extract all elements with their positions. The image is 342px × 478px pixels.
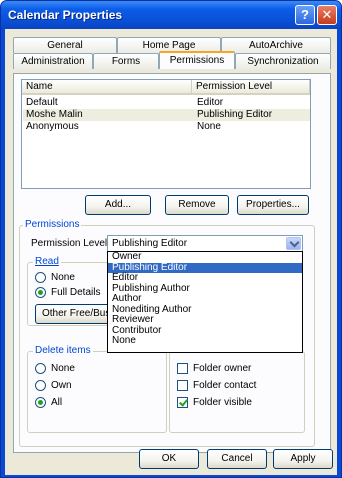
permission-level-label: Permission Level:	[31, 238, 110, 249]
help-icon[interactable]: ?	[295, 5, 315, 25]
dropdown-option-author[interactable]: Author	[108, 294, 302, 305]
add-button[interactable]: Add...	[85, 195, 151, 215]
dialog-client: General Home Page AutoArchive Administra…	[5, 29, 337, 475]
delete-all-label: All	[51, 397, 63, 408]
row-level: Editor	[197, 97, 224, 108]
row-name: Anonymous	[26, 121, 79, 132]
folder-visible-checkbox[interactable]	[177, 397, 188, 408]
tab-permissions[interactable]: Permissions	[159, 51, 235, 69]
permission-list[interactable]: Name Permission Level Default Editor Mos…	[21, 79, 311, 189]
apply-button[interactable]: Apply	[273, 449, 333, 469]
row-name: Default	[26, 97, 58, 108]
table-row[interactable]: Default Editor	[23, 97, 310, 109]
row-level: Publishing Editor	[197, 109, 273, 120]
dropdown-option-editor[interactable]: Editor	[108, 273, 302, 284]
tab-general[interactable]: General	[13, 37, 117, 53]
read-none-radio[interactable]	[35, 272, 46, 283]
permission-level-select[interactable]: Publishing Editor	[107, 235, 303, 252]
row-level: None	[197, 121, 221, 132]
row-name: Moshe Malin	[26, 109, 83, 120]
table-row[interactable]: Moshe Malin Publishing Editor	[23, 109, 310, 121]
delete-all-radio[interactable]	[35, 397, 46, 408]
column-header-permission-level[interactable]: Permission Level	[192, 80, 310, 95]
column-header-name[interactable]: Name	[22, 80, 192, 95]
read-full-details-radio[interactable]	[35, 287, 46, 298]
folder-contact-checkbox[interactable]	[177, 380, 188, 391]
folder-owner-checkbox[interactable]	[177, 363, 188, 374]
remove-button[interactable]: Remove	[165, 195, 229, 215]
delete-none-radio[interactable]	[35, 363, 46, 374]
permissions-group-label: Permissions	[23, 219, 82, 230]
folder-owner-label: Folder owner	[193, 363, 252, 374]
tab-administration[interactable]: Administration	[13, 53, 93, 69]
read-none-label: None	[51, 272, 75, 283]
delete-items-group-label: Delete items	[33, 345, 93, 356]
cancel-button[interactable]: Cancel	[207, 449, 267, 469]
permission-level-value: Publishing Editor	[112, 238, 188, 249]
dropdown-option-reviewer[interactable]: Reviewer	[108, 315, 302, 326]
delete-own-radio[interactable]	[35, 380, 46, 391]
delete-items-group	[27, 351, 167, 433]
read-group-label: Read	[33, 256, 61, 267]
dropdown-option-contributor[interactable]: Contributor	[108, 325, 302, 337]
dropdown-option-owner[interactable]: Owner	[108, 252, 302, 263]
chevron-down-icon[interactable]	[286, 237, 301, 250]
title-bar[interactable]: Calendar Properties ? ✕	[1, 1, 341, 29]
delete-none-label: None	[51, 363, 75, 374]
read-full-details-label: Full Details	[51, 287, 101, 298]
window-title: Calendar Properties	[8, 8, 123, 22]
properties-button[interactable]: Properties...	[237, 195, 309, 215]
dropdown-option-none[interactable]: None	[108, 336, 302, 347]
permission-level-dropdown[interactable]: Owner Publishing Editor Editor Publishin…	[107, 251, 303, 353]
folder-visible-label: Folder visible	[193, 397, 252, 408]
ok-button[interactable]: OK	[139, 449, 199, 469]
table-row[interactable]: Anonymous None	[23, 121, 310, 133]
folder-contact-label: Folder contact	[193, 380, 257, 391]
tab-forms[interactable]: Forms	[93, 53, 159, 69]
tab-autoarchive[interactable]: AutoArchive	[221, 37, 331, 53]
tab-synchronization[interactable]: Synchronization	[235, 53, 331, 69]
close-icon[interactable]: ✕	[317, 5, 337, 25]
delete-own-label: Own	[51, 380, 72, 391]
dialog-window: Calendar Properties ? ✕ General Home Pag…	[0, 0, 342, 478]
